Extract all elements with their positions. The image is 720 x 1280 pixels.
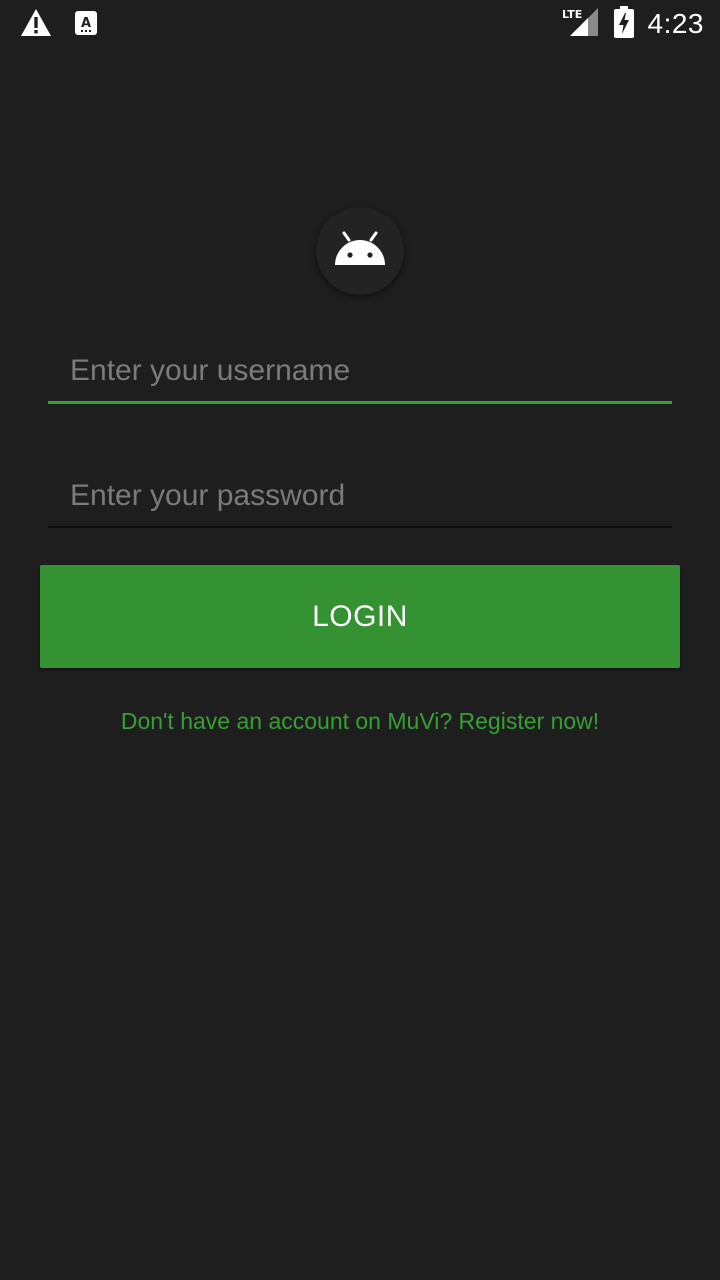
username-field-container bbox=[48, 340, 672, 404]
lte-signal-icon: LTE bbox=[562, 6, 600, 42]
password-field-container bbox=[48, 465, 672, 528]
svg-text:A: A bbox=[81, 16, 91, 31]
android-icon bbox=[332, 231, 388, 271]
status-bar-left: A bbox=[20, 8, 98, 42]
username-input[interactable] bbox=[48, 340, 672, 401]
status-time: 4:23 bbox=[647, 8, 704, 39]
app-logo bbox=[316, 207, 404, 295]
login-button[interactable]: LOGIN bbox=[40, 565, 680, 668]
login-screen: A LTE 4:23 Enter your username LOGIN Don… bbox=[0, 0, 720, 1280]
svg-text:LTE: LTE bbox=[562, 8, 582, 21]
keyboard-a-icon: A bbox=[74, 10, 98, 40]
password-input[interactable] bbox=[48, 465, 672, 526]
status-bar-right: LTE 4:23 bbox=[562, 6, 705, 42]
register-link[interactable]: Don't have an account on MuVi? Register … bbox=[0, 708, 720, 735]
status-bar: A LTE 4:23 bbox=[0, 0, 720, 48]
battery-charging-icon bbox=[613, 6, 634, 42]
warning-icon bbox=[20, 8, 52, 42]
